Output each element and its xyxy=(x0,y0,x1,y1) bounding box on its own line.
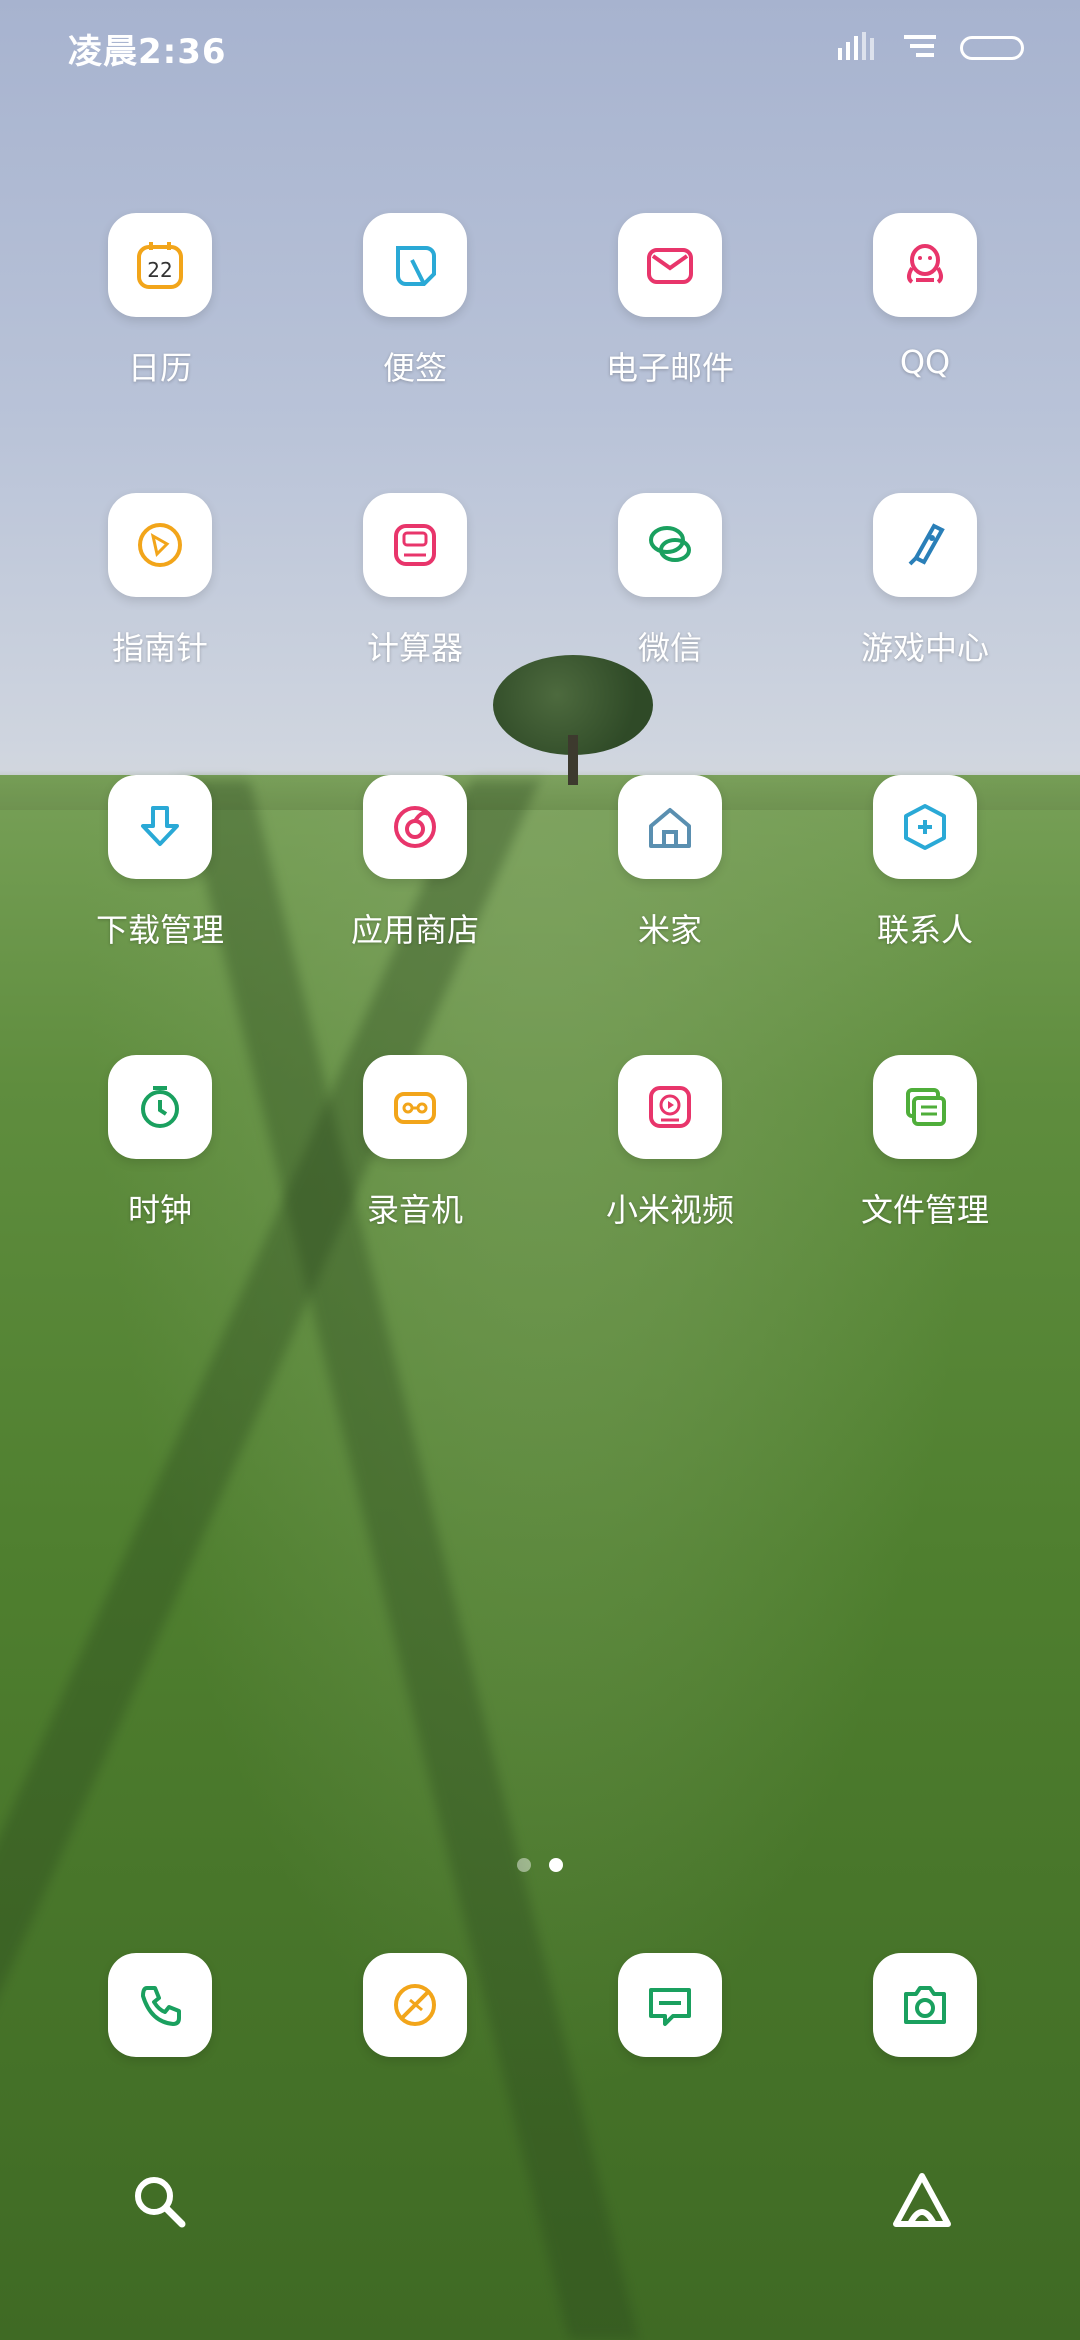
app-tile[interactable] xyxy=(108,493,212,597)
app-label: 录音机 xyxy=(366,1191,463,1229)
camera-icon xyxy=(898,1978,952,2032)
app-tile[interactable] xyxy=(363,1953,467,2057)
app-label: 小米视频 xyxy=(605,1191,734,1229)
notes-icon xyxy=(388,238,442,292)
app-label: 计算器 xyxy=(366,629,463,667)
app-tile[interactable] xyxy=(363,775,467,879)
assistant-icon[interactable] xyxy=(890,2170,954,2238)
app-tile[interactable] xyxy=(873,493,977,597)
app-mi-video[interactable]: 小米视频 xyxy=(555,1055,785,1231)
status-time: 凌晨2:36 xyxy=(68,32,227,72)
app-label: 时钟 xyxy=(127,1191,192,1229)
app-tile[interactable] xyxy=(108,1055,212,1159)
dock-camera[interactable] xyxy=(810,1953,1040,2057)
app-qq[interactable]: QQ xyxy=(810,213,1040,381)
calendar-date: 22 xyxy=(147,258,173,282)
recorder-icon xyxy=(388,1080,442,1134)
app-label: 下载管理 xyxy=(95,911,224,949)
contacts-icon xyxy=(898,800,952,854)
download-icon xyxy=(133,800,187,854)
page-indicator[interactable] xyxy=(0,1858,1080,1872)
game-center-icon xyxy=(898,518,952,572)
app-label: 联系人 xyxy=(876,911,973,949)
app-label: 电子邮件 xyxy=(605,349,734,387)
qq-icon xyxy=(898,238,952,292)
app-tile[interactable] xyxy=(363,213,467,317)
app-label: 应用商店 xyxy=(350,911,479,949)
app-tile[interactable] xyxy=(108,775,212,879)
dock-phone[interactable] xyxy=(45,1953,275,2057)
battery-icon xyxy=(960,36,1024,60)
app-label: 文件管理 xyxy=(860,1191,989,1229)
app-file-manager[interactable]: 文件管理 xyxy=(810,1055,1040,1231)
email-icon xyxy=(643,238,697,292)
app-label: QQ xyxy=(899,343,951,381)
app-tile[interactable] xyxy=(618,1055,722,1159)
app-tile[interactable] xyxy=(873,1953,977,2057)
browser-icon xyxy=(388,1978,442,2032)
page-dot[interactable] xyxy=(517,1858,531,1872)
app-label: 游戏中心 xyxy=(860,629,989,667)
app-tile[interactable] xyxy=(108,1953,212,2057)
app-tile[interactable] xyxy=(618,493,722,597)
search-icon[interactable] xyxy=(130,2172,190,2236)
app-compass[interactable]: 指南针 xyxy=(45,493,275,669)
app-download-manager[interactable]: 下载管理 xyxy=(45,775,275,951)
app-label: 米家 xyxy=(637,911,702,949)
dock-messages[interactable] xyxy=(555,1953,785,2057)
app-tile[interactable]: 22 xyxy=(108,213,212,317)
mijia-home-icon xyxy=(643,800,697,854)
app-wechat[interactable]: 微信 xyxy=(555,493,785,669)
bottom-bar xyxy=(0,2150,1080,2300)
app-label: 指南针 xyxy=(111,629,208,667)
page-dot-active[interactable] xyxy=(549,1858,563,1872)
app-tile[interactable] xyxy=(873,1055,977,1159)
app-tile[interactable] xyxy=(363,493,467,597)
app-tile[interactable] xyxy=(618,1953,722,2057)
wechat-icon xyxy=(643,518,697,572)
app-tile[interactable] xyxy=(873,775,977,879)
app-store-icon xyxy=(388,800,442,854)
app-calculator[interactable]: 计算器 xyxy=(300,493,530,669)
app-calendar[interactable]: 22 日历 xyxy=(45,213,275,389)
file-manager-icon xyxy=(898,1080,952,1134)
dock-browser[interactable] xyxy=(300,1953,530,2057)
app-recorder[interactable]: 录音机 xyxy=(300,1055,530,1231)
wallpaper-tree xyxy=(493,655,653,785)
app-game-center[interactable]: 游戏中心 xyxy=(810,493,1040,669)
app-tile[interactable] xyxy=(363,1055,467,1159)
app-app-store[interactable]: 应用商店 xyxy=(300,775,530,951)
app-mijia[interactable]: 米家 xyxy=(555,775,785,951)
calculator-icon xyxy=(388,518,442,572)
app-label: 日历 xyxy=(127,349,192,387)
wifi-icon xyxy=(902,31,938,65)
messages-icon xyxy=(643,1978,697,2032)
app-clock[interactable]: 时钟 xyxy=(45,1055,275,1231)
video-icon xyxy=(643,1080,697,1134)
app-email[interactable]: 电子邮件 xyxy=(555,213,785,389)
status-bar: 凌晨2:36 xyxy=(0,0,1080,95)
app-label: 微信 xyxy=(637,629,702,667)
app-tile[interactable] xyxy=(618,775,722,879)
app-contacts[interactable]: 联系人 xyxy=(810,775,1040,951)
app-notes[interactable]: 便签 xyxy=(300,213,530,389)
app-tile[interactable] xyxy=(873,213,977,317)
phone-icon xyxy=(133,1978,187,2032)
clock-icon xyxy=(133,1080,187,1134)
app-tile[interactable] xyxy=(618,213,722,317)
home-screen: 凌晨2:36 22 日历 便签 电子邮件 QQ 指南针 计算器 微信 游戏中心 … xyxy=(0,0,1080,2340)
signal-icon xyxy=(836,30,880,66)
compass-icon xyxy=(133,518,187,572)
app-label: 便签 xyxy=(382,349,447,387)
status-icons xyxy=(836,30,1024,66)
